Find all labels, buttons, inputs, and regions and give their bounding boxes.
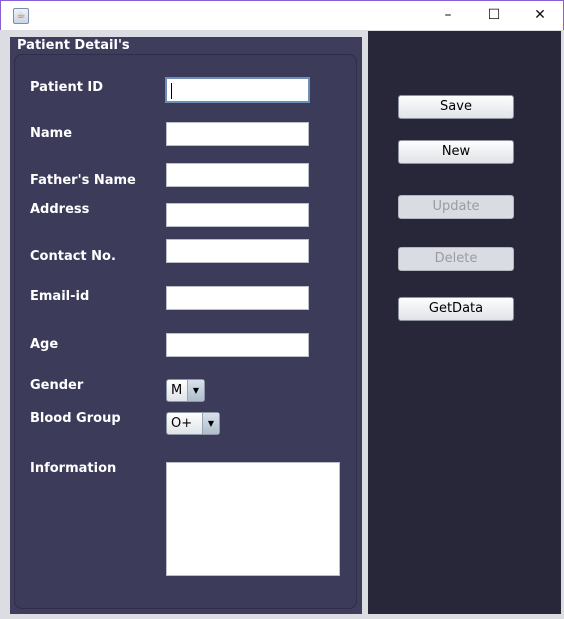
contact-label: Contact No.	[30, 249, 116, 264]
information-label: Information	[30, 461, 117, 476]
gender-label: Gender	[30, 378, 84, 393]
patient-id-label: Patient ID	[30, 80, 104, 95]
save-button[interactable]: Save	[398, 95, 514, 119]
delete-button[interactable]: Delete	[398, 247, 514, 271]
text-caret	[171, 83, 172, 99]
blood-group-value: O+	[171, 416, 193, 431]
patient-id-input[interactable]	[165, 77, 310, 103]
information-textarea[interactable]	[166, 462, 340, 576]
chevron-down-icon[interactable]: ▼	[187, 380, 204, 401]
update-button[interactable]: Update	[398, 195, 514, 219]
blood-group-label: Blood Group	[30, 411, 121, 426]
name-label: Name	[30, 126, 73, 141]
gender-value: M	[171, 383, 183, 398]
email-input[interactable]	[166, 286, 309, 310]
fathers-name-input[interactable]	[166, 163, 309, 187]
minimize-button[interactable]: –	[425, 1, 471, 31]
contact-input[interactable]	[166, 239, 309, 263]
age-label: Age	[30, 337, 59, 352]
email-label: Email-id	[30, 289, 90, 304]
title-bar: ☕ – ☐ ✕	[0, 0, 564, 30]
name-input[interactable]	[166, 122, 309, 146]
blood-group-select[interactable]: O+ ▼	[166, 412, 220, 435]
panel-title: Patient Detail's	[17, 38, 130, 53]
address-label: Address	[30, 202, 90, 217]
gender-select[interactable]: M ▼	[166, 379, 205, 402]
getdata-button[interactable]: GetData	[398, 297, 514, 321]
new-button[interactable]: New	[398, 140, 514, 164]
age-input[interactable]	[166, 333, 309, 357]
chevron-down-icon[interactable]: ▼	[202, 413, 219, 434]
fathers-name-label: Father's Name	[30, 173, 136, 188]
maximize-button[interactable]: ☐	[471, 1, 517, 31]
java-icon: ☕	[13, 8, 29, 24]
close-button[interactable]: ✕	[517, 1, 563, 31]
address-input[interactable]	[166, 203, 309, 227]
